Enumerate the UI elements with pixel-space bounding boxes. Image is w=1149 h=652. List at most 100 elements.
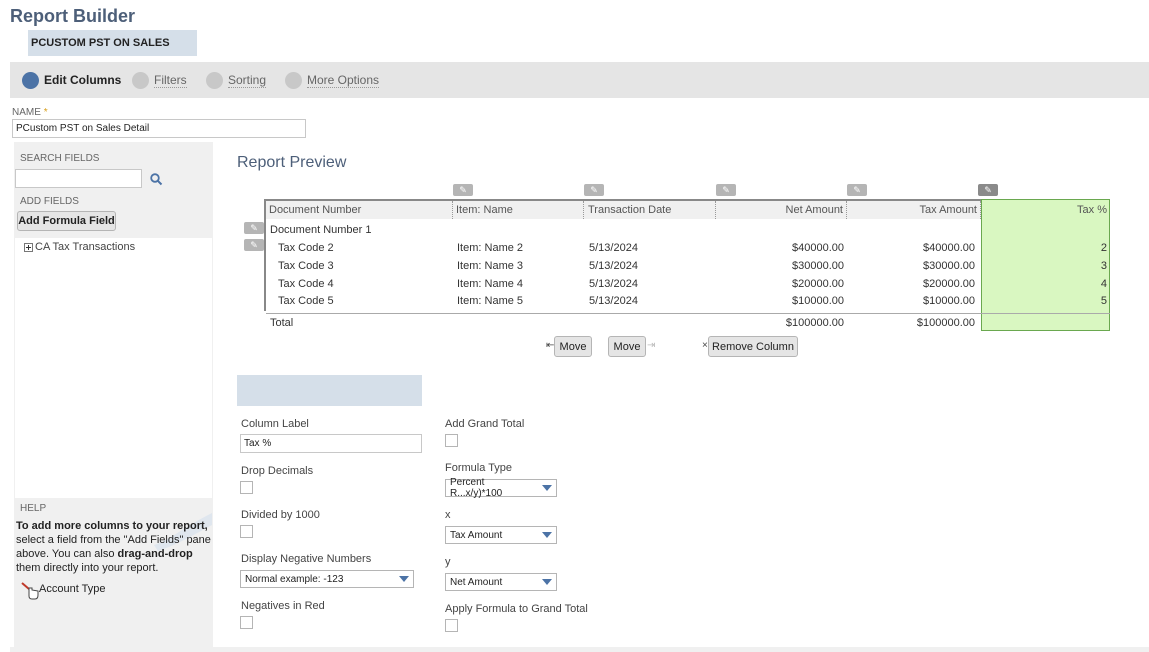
help-text: To add more columns to your report, sele… (16, 520, 211, 574)
add-fields-label: ADD FIELDS (20, 196, 79, 207)
divided-by-1000-checkbox[interactable] (240, 525, 253, 538)
name-label: NAME * (12, 107, 48, 118)
edit-column-icon[interactable]: ✎ (584, 184, 604, 196)
move-left-button[interactable]: Move (554, 336, 592, 357)
cell-percent: 3 (1100, 260, 1107, 272)
step-indicator-icon (22, 71, 39, 89)
required-marker: * (43, 107, 48, 118)
footer-strip (10, 647, 1149, 652)
display-negative-label: Display Negative Numbers (241, 553, 372, 565)
drag-hand-icon (21, 582, 39, 600)
cell-document: Tax Code 4 (278, 278, 334, 290)
plus-box-icon[interactable] (24, 242, 33, 252)
step-filters[interactable]: Filters (132, 62, 187, 98)
cell-date: 5/13/2024 (589, 242, 638, 254)
column-header-transaction-date[interactable]: Transaction Date (585, 201, 716, 219)
display-negative-select[interactable]: Normal example: -123 (240, 570, 414, 588)
cell-tax: $10000.00 (923, 295, 975, 307)
select-value: Net Amount (450, 576, 503, 588)
cell-item: Item: Name 5 (457, 295, 524, 307)
edit-column-icon[interactable]: ✎ (847, 184, 867, 196)
cell-net: $20000.00 (792, 278, 844, 290)
add-grand-total-label: Add Grand Total (445, 418, 525, 430)
total-label: Total (270, 317, 294, 329)
drop-decimals-label: Drop Decimals (241, 465, 314, 477)
step-label: More Options (307, 72, 380, 88)
column-header-document-number[interactable]: Document Number (266, 201, 453, 219)
cell-document: Tax Code 3 (278, 260, 334, 272)
drop-decimals-checkbox[interactable] (240, 481, 253, 494)
step-label: Sorting (228, 72, 267, 88)
negatives-red-checkbox[interactable] (240, 616, 253, 629)
chevron-down-icon (399, 576, 409, 582)
cell-percent: 4 (1100, 278, 1107, 290)
formula-type-label: Formula Type (445, 462, 513, 474)
select-value: Tax Amount (450, 529, 503, 541)
chevron-down-icon (542, 532, 552, 538)
step-edit-columns[interactable]: Edit Columns (22, 62, 121, 98)
cell-net: $40000.00 (792, 242, 844, 254)
step-bar: Edit Columns Filters Sorting More Option… (10, 62, 1149, 98)
add-fields-tree (14, 237, 213, 499)
cell-date: 5/13/2024 (589, 260, 638, 272)
column-label-input[interactable] (240, 434, 422, 453)
remove-icon: × (702, 340, 708, 351)
column-properties-header (237, 375, 422, 406)
step-indicator-icon (132, 71, 149, 89)
search-fields-label: SEARCH FIELDS (20, 153, 100, 164)
cell-tax: $20000.00 (923, 278, 975, 290)
step-indicator-icon (285, 71, 302, 89)
select-value: Normal example: -123 (245, 573, 344, 585)
step-label: Edit Columns (44, 73, 122, 87)
edit-row-icon[interactable]: ✎ (244, 239, 264, 251)
search-icon[interactable] (150, 173, 163, 186)
edit-row-icon[interactable]: ✎ (244, 222, 264, 234)
add-grand-total-checkbox[interactable] (445, 434, 458, 447)
cell-item: Item: Name 3 (457, 260, 524, 272)
step-label: Filters (154, 72, 187, 88)
column-header-tax-percent[interactable]: Tax % (981, 201, 1110, 219)
cell-percent: 2 (1100, 242, 1107, 254)
y-select[interactable]: Net Amount (445, 573, 557, 591)
edit-column-icon[interactable]: ✎ (453, 184, 473, 196)
report-name-chip: PCUSTOM PST ON SALES DETAIL (28, 30, 197, 75)
search-fields-input[interactable] (15, 169, 142, 188)
chevron-down-icon (542, 485, 552, 491)
x-label: x (445, 509, 451, 521)
select-value: Percent R...x/y)*100 (450, 477, 503, 499)
total-tax: $100000.00 (916, 317, 975, 329)
step-more-options[interactable]: More Options (285, 62, 380, 98)
negatives-red-label: Negatives in Red (241, 600, 325, 612)
move-right-icon: ⇥ (647, 340, 656, 351)
add-formula-field-button[interactable]: Add Formula Field (17, 211, 116, 231)
x-select[interactable]: Tax Amount (445, 526, 557, 544)
cell-net: $30000.00 (792, 260, 844, 272)
apply-formula-label: Apply Formula to Grand Total (445, 603, 588, 615)
total-divider (266, 313, 1110, 314)
chevron-down-icon (542, 579, 552, 585)
cell-item: Item: Name 2 (457, 242, 524, 254)
move-right-button[interactable]: Move (608, 336, 646, 357)
step-sorting[interactable]: Sorting (206, 62, 267, 98)
column-header-net-amount[interactable]: Net Amount (716, 201, 847, 219)
column-header-tax-amount[interactable]: Tax Amount (847, 201, 981, 219)
apply-formula-checkbox[interactable] (445, 619, 458, 632)
cell-document: Tax Code 5 (278, 295, 334, 307)
report-preview-title: Report Preview (237, 154, 347, 171)
edit-column-icon[interactable]: ✎ (978, 184, 998, 196)
column-label-label: Column Label (241, 418, 309, 430)
group-label: Document Number 1 (270, 224, 372, 236)
remove-column-button[interactable]: Remove Column (708, 336, 798, 357)
page-title: Report Builder (10, 6, 136, 26)
formula-type-select[interactable]: Percent R...x/y)*100 (445, 477, 557, 499)
help-label: HELP (20, 503, 47, 514)
edit-column-icon[interactable]: ✎ (716, 184, 736, 196)
cell-document: Tax Code 2 (278, 242, 334, 254)
column-header-item-name[interactable]: Item: Name (453, 201, 584, 219)
cell-date: 5/13/2024 (589, 295, 638, 307)
cell-date: 5/13/2024 (589, 278, 638, 290)
y-label: y (445, 556, 451, 568)
report-name-input[interactable] (12, 119, 306, 138)
tree-item-ca-tax-transactions[interactable]: CA Tax Transactions (24, 241, 135, 253)
tree-item-label: CA Tax Transactions (35, 241, 136, 253)
